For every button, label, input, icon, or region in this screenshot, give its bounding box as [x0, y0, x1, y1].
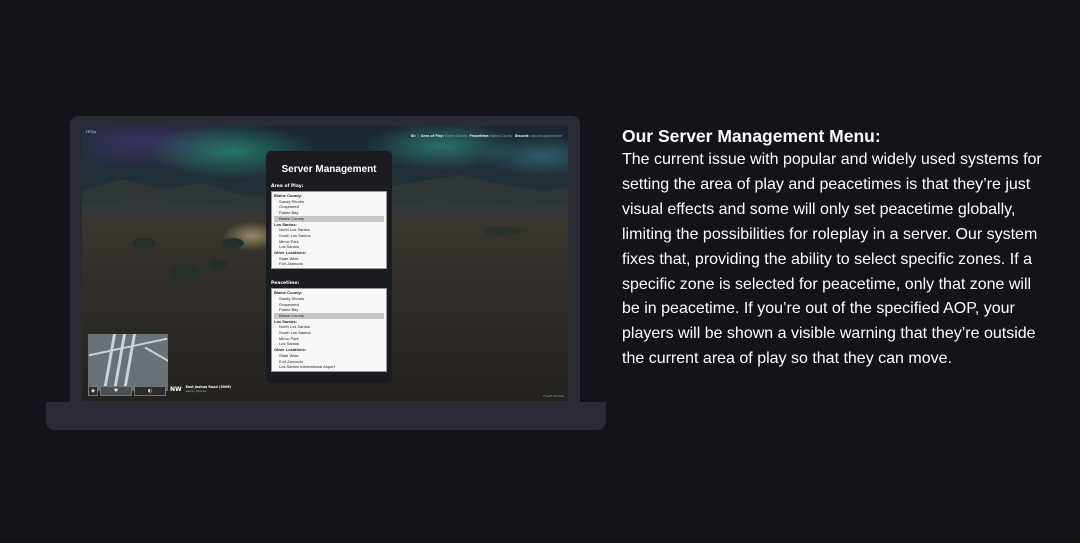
- laptop-base: [46, 402, 606, 430]
- panel-title: Server Management: [281, 164, 377, 175]
- bush: [482, 226, 522, 236]
- bush: [208, 259, 228, 271]
- discord-value: discord.gg/example: [530, 134, 562, 138]
- hunger-icon: ◐: [134, 386, 166, 396]
- peacetime-listbox[interactable]: Blaine County: Sandy Shores Grapeseed Palet…: [271, 288, 387, 372]
- hud-top-left: FRTps: [86, 130, 97, 134]
- peacetime-value: Blaine County: [490, 134, 513, 138]
- minimap-road: [144, 346, 168, 364]
- aop-label: Area of Play:: [421, 134, 445, 138]
- server-management-panel: Server Management Area of Play: Blaine C…: [266, 151, 392, 383]
- armor-icon: ◆: [88, 386, 98, 396]
- game-screenshot: FRTps ID: 1 Area of Play: Blaine County …: [82, 126, 568, 401]
- minimap-road: [122, 334, 137, 391]
- hud-status-buttons: ◆ ♥ ◐: [88, 386, 166, 396]
- hud-status-bar: ID: 1 Area of Play: Blaine County Peacet…: [411, 134, 562, 138]
- bush: [222, 238, 244, 248]
- discord-label: Discord:: [514, 134, 530, 138]
- aop-value: Blaine County: [445, 134, 468, 138]
- area-name: Sandy Shores: [185, 389, 207, 393]
- watermark-text: FiveM Studios: [543, 394, 564, 398]
- id-value: 1: [416, 134, 420, 138]
- aop-listbox[interactable]: Blaine County: Sandy Shores Grapeseed Palet…: [271, 191, 387, 270]
- section-body: The current issue with popular and widel…: [622, 151, 1042, 368]
- peacetime-label: Peacetime:: [469, 134, 490, 138]
- street-display: NW East Joshua Road (3006) Sandy Shores: [170, 385, 231, 393]
- id-label: ID:: [410, 134, 416, 138]
- section-heading: Our Server Management Menu:: [622, 126, 881, 146]
- peacetime-section-label: Peacetime:: [271, 281, 300, 287]
- description-block: Our Server Management Menu: The current …: [622, 124, 1042, 372]
- compass-direction: NW: [170, 385, 182, 393]
- aop-section-label: Area of Play:: [271, 184, 304, 189]
- listbox-option[interactable]: Los Santos International Airport: [274, 364, 384, 370]
- bush: [132, 238, 156, 248]
- minimap: [88, 334, 168, 391]
- bush: [170, 264, 200, 282]
- listbox-option[interactable]: Fort Zancudo: [274, 261, 384, 267]
- health-icon: ♥: [100, 386, 132, 396]
